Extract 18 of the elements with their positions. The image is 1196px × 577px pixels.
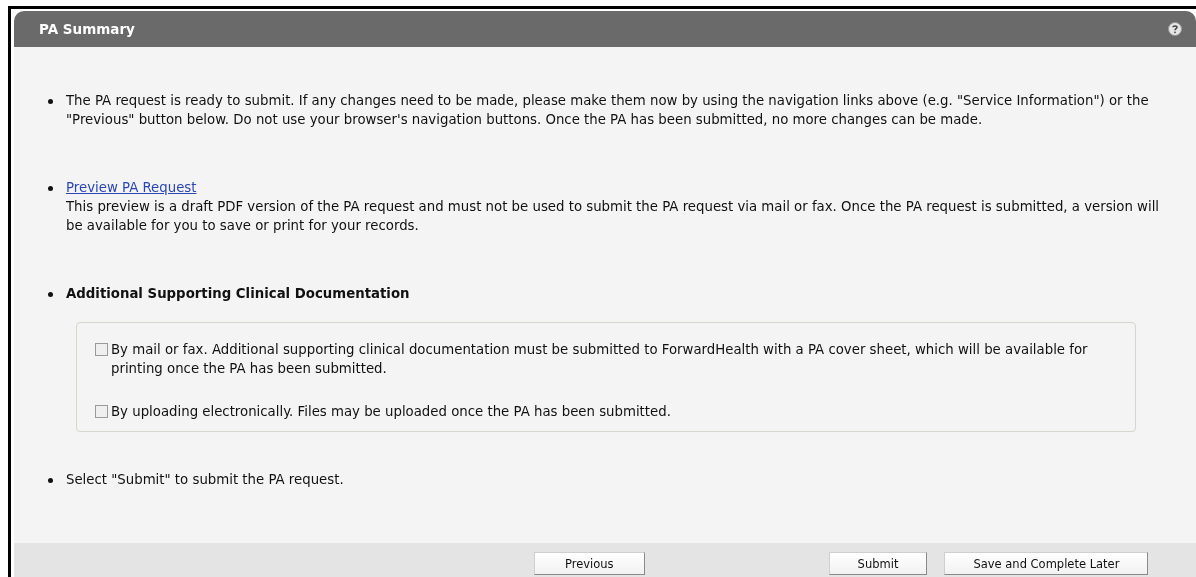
- bullet-icon: [48, 292, 53, 297]
- preview-description: This preview is a draft PDF version of the PA request and must not be used to submit the PA request via mail or fax. Once the PA request is submitted, a version will be available for you to save or print for your records.: [66, 198, 1161, 235]
- action-button[interactable]: Previous: [534, 552, 645, 575]
- section-heading: Additional Supporting Clinical Documentation: [66, 285, 411, 303]
- action-button[interactable]: Save and Complete Later: [944, 552, 1149, 575]
- checkbox-label: By uploading electronically. Files may be uploaded once the PA has been submitted.: [111, 403, 672, 421]
- action-button[interactable]: Submit: [828, 552, 928, 575]
- help-icon[interactable]: [1168, 22, 1182, 36]
- bullet-icon: [48, 99, 53, 104]
- preview-link[interactable]: Preview PA Request: [66, 180, 197, 195]
- checkbox[interactable]: [95, 343, 108, 356]
- checkbox[interactable]: [95, 405, 108, 418]
- instruction-text: Select "Submit" to submit the PA request.: [66, 471, 345, 489]
- instruction-text: The PA request is ready to submit. If any changes need to be made, please make them now by using the navigation links above (e.g. "Service Information") or the "Previous" button below. Do not use your browser's navigation buttons. Once the PA has been submitted, no more changes can be made.: [66, 92, 1150, 129]
- bullet-icon: [48, 478, 53, 483]
- checkbox-label: By mail or fax. Additional supporting clinical documentation must be submitted to ForwardHealth with a PA cover sheet, which will be available for printing once the PA has been submitted.: [111, 341, 1089, 378]
- panel-title: PA Summary: [39, 21, 135, 37]
- bullet-icon: [48, 186, 53, 191]
